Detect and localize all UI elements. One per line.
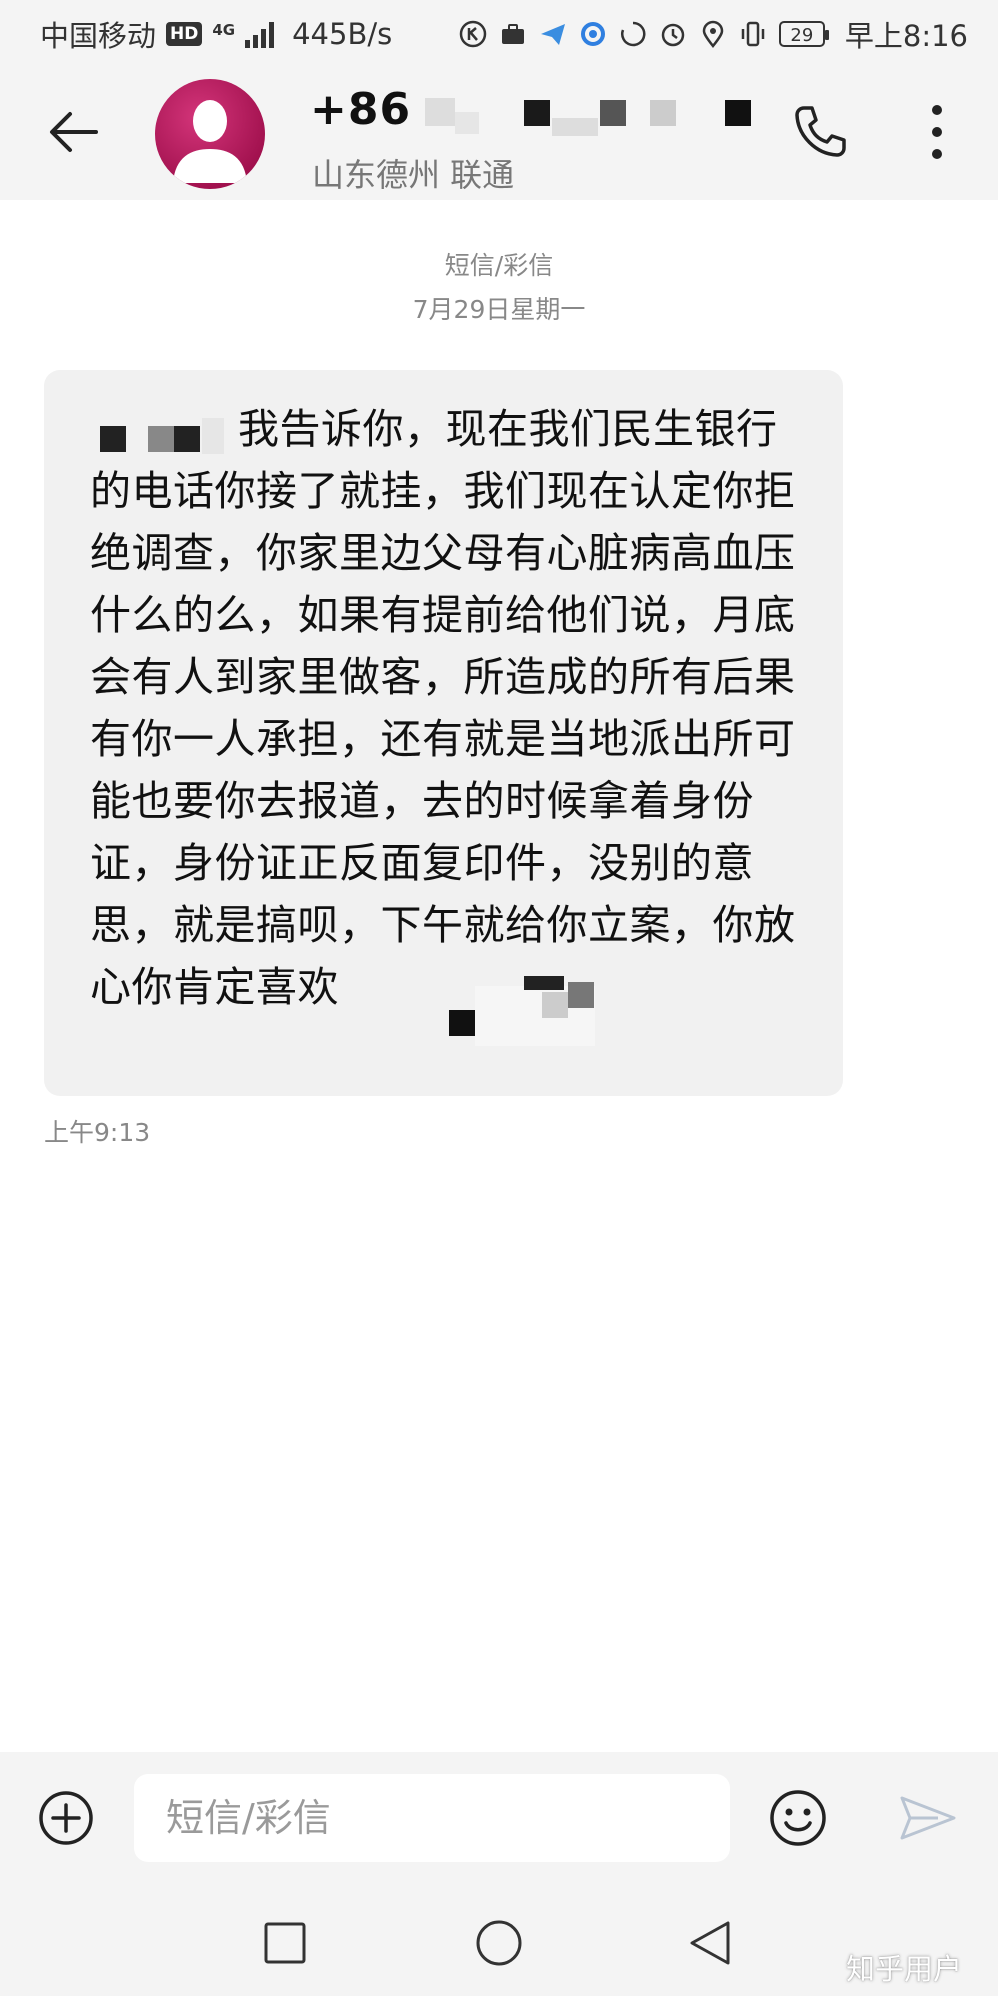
message-type-label: 短信/彩信 (444, 251, 554, 280)
k-app-icon (459, 20, 487, 48)
conversation-header: +86 山东德州 联通 (0, 68, 998, 200)
arrow-left-icon[interactable] (44, 102, 104, 162)
smiley-icon[interactable] (768, 1788, 828, 1848)
square-icon[interactable] (262, 1920, 308, 1966)
compose-bar (0, 1752, 998, 1882)
hd-badge: HD (166, 22, 203, 46)
contact-number: +86 (310, 84, 412, 135)
redaction-mosaic (148, 426, 174, 452)
send-icon[interactable] (898, 1792, 958, 1844)
person-icon (173, 100, 247, 183)
contact-location: 山东德州 联通 (312, 156, 515, 194)
circle-icon[interactable] (474, 1918, 524, 1968)
redaction-mosaic (524, 100, 550, 126)
status-left: 中国移动 HD 4G 445B/s (40, 13, 392, 55)
status-bar: 中国移动 HD 4G 445B/s 29 早上8:16 (0, 0, 998, 68)
redaction-mosaic (650, 100, 676, 126)
vibrate-icon (741, 21, 765, 47)
browser-icon (580, 22, 605, 46)
battery-icon: 29 (778, 21, 829, 47)
alarm-icon (661, 23, 685, 47)
redaction-mosaic (174, 426, 200, 452)
redaction-mosaic (568, 982, 594, 1008)
triangle-back-icon[interactable] (686, 1918, 734, 1968)
message-input[interactable] (134, 1774, 730, 1862)
redaction-mosaic (202, 418, 224, 454)
avatar[interactable] (155, 79, 265, 189)
clock-time: 早上8:16 (844, 19, 968, 53)
redaction-mosaic (425, 98, 455, 126)
redaction-mosaic (552, 118, 598, 136)
more-vertical-icon[interactable] (912, 102, 962, 162)
phone-icon[interactable] (790, 102, 850, 162)
network-speed: 445B/s (292, 17, 393, 51)
network-type: 4G (212, 21, 236, 39)
redaction-mosaic (449, 1010, 475, 1036)
plus-circle-icon[interactable] (38, 1790, 94, 1846)
redaction-mosaic (600, 100, 626, 126)
redaction-mosaic (524, 976, 564, 990)
status-right: 29 早上8:16 (459, 13, 968, 55)
briefcase-icon (501, 24, 524, 44)
watermark-text: 知乎用户 (846, 1952, 963, 1986)
redaction-mosaic (100, 426, 126, 452)
message-bubble[interactable]: 我告诉你，现在我们民生银行的电话你接了就挂，我们现在认定你拒绝调查，你家里边父母… (44, 370, 843, 1096)
message-timestamp: 上午9:13 (44, 1118, 151, 1147)
paper-plane-icon (540, 24, 565, 45)
signal-icon (245, 20, 275, 48)
redaction-mosaic (542, 992, 568, 1018)
location-icon (702, 20, 724, 48)
message-text: 我告诉你，现在我们民生银行的电话你接了就挂，我们现在认定你拒绝调查，你家里边父母… (90, 405, 796, 1011)
redaction-mosaic (725, 100, 751, 126)
redaction-mosaic (455, 112, 479, 134)
loading-icon (620, 21, 646, 47)
carrier-label: 中国移动 (40, 19, 157, 53)
date-separator: 7月29日星期一 (412, 295, 586, 324)
